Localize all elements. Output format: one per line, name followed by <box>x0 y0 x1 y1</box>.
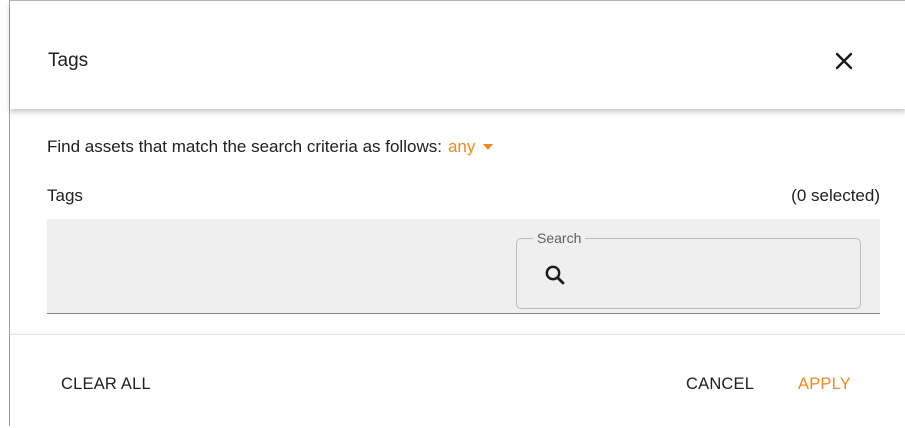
match-mode-dropdown[interactable]: any <box>447 135 494 159</box>
selected-count: (0 selected) <box>791 186 880 205</box>
dialog-header: Tags <box>10 1 905 109</box>
close-icon <box>835 52 853 70</box>
dialog-title: Tags <box>48 50 89 71</box>
close-button[interactable] <box>830 47 858 75</box>
tags-dialog: Tags Find assets that match the search c… <box>9 0 905 428</box>
apply-button[interactable]: APPLY <box>798 374 851 394</box>
cancel-button[interactable]: CANCEL <box>686 374 754 394</box>
search-field[interactable]: Search <box>516 229 861 309</box>
caret-down-icon <box>483 143 494 150</box>
search-input[interactable] <box>577 259 851 293</box>
tags-label: Tags <box>47 186 83 205</box>
clear-all-button[interactable]: CLEAR ALL <box>61 374 151 394</box>
match-mode-value: any <box>447 137 476 156</box>
search-criteria-row: Find assets that match the search criter… <box>47 135 494 159</box>
search-label: Search <box>533 229 586 247</box>
search-icon <box>545 265 565 285</box>
dialog-footer: CLEAR ALL CANCEL APPLY <box>10 334 905 428</box>
dialog-body: Find assets that match the search criter… <box>10 109 905 334</box>
tags-field[interactable]: Search <box>47 219 880 314</box>
criteria-text: Find assets that match the search criter… <box>47 137 442 156</box>
